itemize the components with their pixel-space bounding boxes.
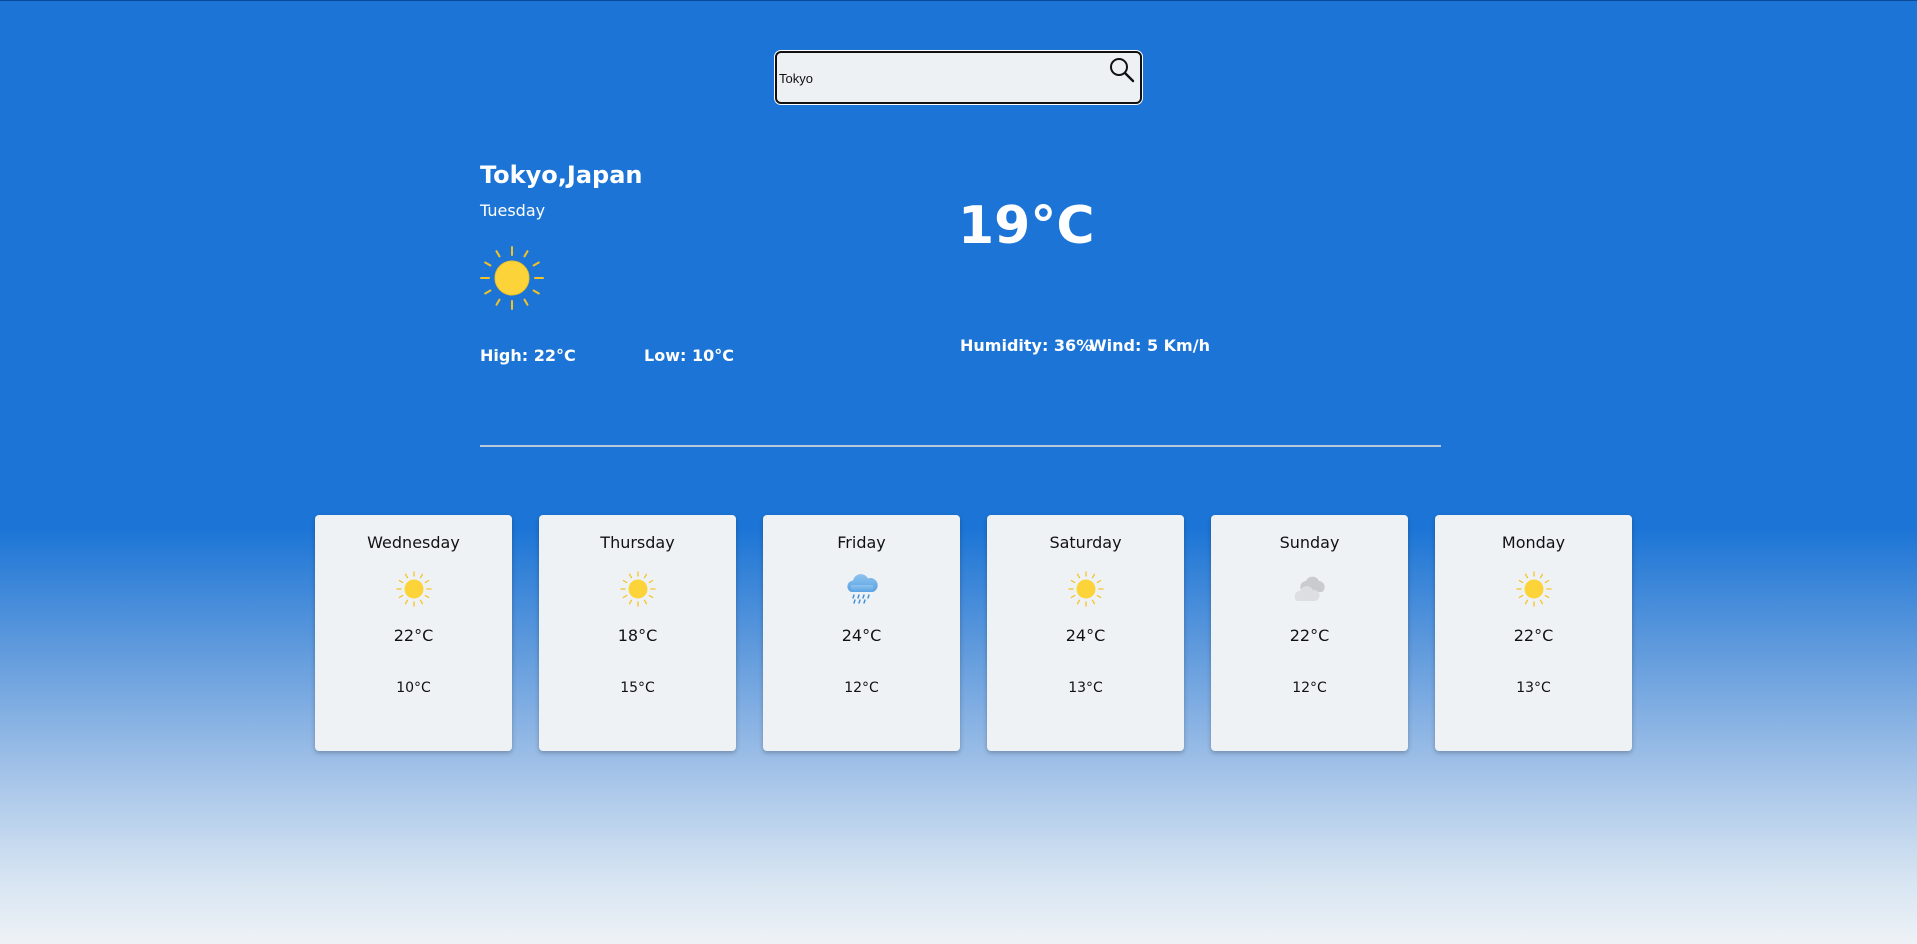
sun-icon <box>1068 571 1104 607</box>
search-icon[interactable] <box>1108 56 1136 84</box>
high-temperature: High: 22°C <box>480 346 576 365</box>
cloud-icon <box>1294 576 1325 601</box>
forecast-low: 10°C <box>396 680 431 696</box>
location-title: Tokyo,Japan <box>480 161 643 189</box>
search-input[interactable] <box>779 67 1079 89</box>
forecast-day: Thursday <box>600 533 675 552</box>
sun-icon <box>620 571 656 607</box>
forecast-high: 22°C <box>393 626 434 645</box>
forecast-card: Friday 24°C 12°C <box>763 515 960 751</box>
sun-icon <box>480 246 544 310</box>
forecast-day: Friday <box>837 533 886 552</box>
forecast-high: 18°C <box>617 626 658 645</box>
forecast-high: 22°C <box>1289 626 1330 645</box>
forecast-card: Saturday 24°C 13°C <box>987 515 1184 751</box>
forecast-card: Sunday 22°C 12°C <box>1211 515 1408 751</box>
divider <box>480 445 1441 447</box>
forecast-day: Saturday <box>1049 533 1122 552</box>
forecast-low: 13°C <box>1068 680 1103 696</box>
forecast-card: Wednesday 22°C 10°C <box>315 515 512 751</box>
wind-value: Wind: 5 Km/h <box>1089 336 1210 355</box>
forecast-low: 15°C <box>620 680 655 696</box>
forecast-low: 13°C <box>1516 680 1551 696</box>
forecast-day: Wednesday <box>367 533 460 552</box>
sun-icon <box>396 571 432 607</box>
rain-cloud-icon <box>847 574 878 604</box>
forecast-high: 24°C <box>1065 626 1106 645</box>
forecast-day: Sunday <box>1279 533 1340 552</box>
forecast-card: Monday 22°C 13°C <box>1435 515 1632 751</box>
forecast-high: 22°C <box>1513 626 1554 645</box>
low-temperature: Low: 10°C <box>644 346 734 365</box>
sun-icon <box>1516 571 1552 607</box>
forecast-high: 24°C <box>841 626 882 645</box>
forecast-day: Monday <box>1501 533 1566 552</box>
current-temperature: 19°C <box>958 196 1095 256</box>
current-day: Tuesday <box>480 201 546 220</box>
search-box <box>775 51 1142 104</box>
forecast-card: Thursday 18°C 15°C <box>539 515 736 751</box>
humidity-value: Humidity: 36% <box>960 336 1093 355</box>
forecast-low: 12°C <box>1292 680 1327 696</box>
forecast-low: 12°C <box>844 680 879 696</box>
